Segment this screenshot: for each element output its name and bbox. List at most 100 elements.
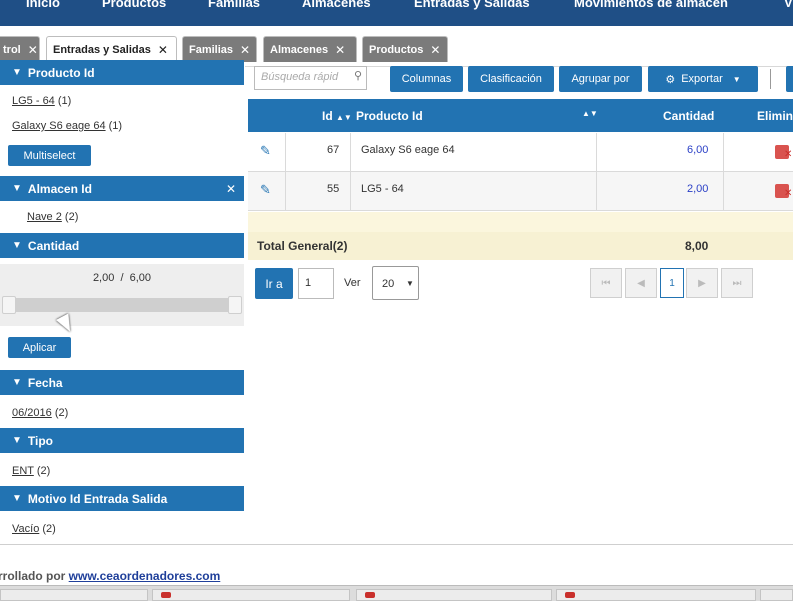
nav-item-almacenes[interactable]: Almacenes xyxy=(302,0,371,10)
filter-item-motivo[interactable]: Vacío (2) xyxy=(12,523,56,535)
top-navigation: Inicio Productos Familias Almacenes Entr… xyxy=(0,0,793,26)
filter-item-fecha[interactable]: 06/2016 (2) xyxy=(12,407,68,419)
next-page-button[interactable]: ▶ xyxy=(686,268,718,298)
tab-productos[interactable]: Productos ✕ xyxy=(362,36,448,62)
filter-item-tipo[interactable]: ENT (2) xyxy=(12,465,50,477)
app-icon xyxy=(565,592,575,598)
filter-item-galaxy[interactable]: Galaxy S6 eage 64 (1) xyxy=(12,120,122,132)
table-row[interactable]: ✎ 55 LG5 - 64 2,00 xyxy=(248,172,793,211)
cell-divider xyxy=(285,133,286,171)
caret-down-icon: ▼ xyxy=(732,74,741,84)
goto-page-input[interactable]: 1 xyxy=(298,268,334,299)
sort-icon[interactable]: ▲▼ xyxy=(582,109,598,118)
cell-divider xyxy=(723,133,724,171)
slider-handle-max[interactable] xyxy=(228,296,242,314)
filter-item-nave2[interactable]: Nave 2 (2) xyxy=(27,211,78,223)
close-icon[interactable]: ✕ xyxy=(226,182,236,196)
edit-icon[interactable]: ✎ xyxy=(260,182,271,198)
nav-item-more[interactable]: V xyxy=(784,0,793,10)
filter-header-tipo[interactable]: ▼ Tipo xyxy=(0,428,244,453)
column-header-id[interactable]: Id ▲▼ xyxy=(322,109,352,123)
cell-cantidad: 6,00 xyxy=(687,144,709,156)
filter-title: Fecha xyxy=(27,375,63,390)
nav-item-inicio[interactable]: Inicio xyxy=(26,0,60,10)
page-size-value: 20 xyxy=(382,278,395,290)
filter-header-almacen[interactable]: ▼ Almacen Id ✕ xyxy=(0,176,244,201)
filter-link[interactable]: Nave 2 xyxy=(27,211,62,223)
filter-header-producto[interactable]: ▼ Producto Id xyxy=(0,60,244,85)
filter-item-lg5[interactable]: LG5 - 64 (1) xyxy=(12,95,71,107)
pager: Ir a 1 Ver 20 ▼ ⏮ ◀ 1 ▶ ⏭ xyxy=(248,262,793,302)
edit-icon[interactable]: ✎ xyxy=(260,143,271,159)
range-slider[interactable] xyxy=(2,296,242,314)
taskbar-window[interactable] xyxy=(760,589,793,601)
total-label: Total General(2) xyxy=(257,239,348,253)
filter-count: (1) xyxy=(108,120,123,132)
filter-header-fecha[interactable]: ▼ Fecha xyxy=(0,370,244,395)
toolbar-overflow-button[interactable] xyxy=(786,66,793,92)
footer-link[interactable]: www.ceaordenadores.com xyxy=(69,569,221,583)
column-header-cantidad[interactable]: Cantidad xyxy=(663,109,714,123)
multiselect-button[interactable]: Multiselect xyxy=(8,145,91,166)
taskbar-window[interactable] xyxy=(556,589,756,601)
range-value-text: 2,00 / 6,00 xyxy=(92,272,152,284)
taskbar-window[interactable] xyxy=(152,589,350,601)
table-row[interactable]: ✎ 67 Galaxy S6 eage 64 6,00 xyxy=(248,133,793,172)
cell-divider xyxy=(723,172,724,210)
filter-link[interactable]: LG5 - 64 xyxy=(12,95,55,107)
apply-button[interactable]: Aplicar xyxy=(8,337,71,358)
search-icon[interactable]: ⚲ xyxy=(354,69,362,82)
column-header-producto[interactable]: Producto Id xyxy=(356,109,423,123)
first-page-button[interactable]: ⏮ xyxy=(590,268,622,298)
delete-icon[interactable] xyxy=(775,145,792,160)
export-button[interactable]: ⚙ Exportar ▼ xyxy=(648,66,758,92)
page-size-select[interactable]: 20 ▼ xyxy=(372,266,419,300)
goto-page-button[interactable]: Ir a xyxy=(255,268,293,299)
quick-search-input[interactable]: Búsqueda rápid ⚲ xyxy=(254,66,367,90)
close-icon[interactable]: ✕ xyxy=(28,43,38,57)
filter-header-motivo[interactable]: ▼ Motivo Id Entrada Salida xyxy=(0,486,244,511)
tab-control[interactable]: trol ✕ xyxy=(0,36,40,62)
taskbar-window[interactable] xyxy=(0,589,148,601)
cell-divider xyxy=(350,133,351,171)
filter-header-cantidad[interactable]: ▼ Cantidad xyxy=(0,233,244,258)
nav-item-familias[interactable]: Familias xyxy=(208,0,260,10)
filter-link[interactable]: Vacío xyxy=(12,523,39,535)
current-page-button[interactable]: 1 xyxy=(660,268,684,298)
slider-handle-min[interactable] xyxy=(2,296,16,314)
filter-link[interactable]: ENT xyxy=(12,465,34,477)
grid-header: Id ▲▼ Producto Id ▲▼ Cantidad Elimin xyxy=(248,99,793,132)
tab-almacenes[interactable]: Almacenes ✕ xyxy=(263,36,357,62)
filter-sidebar: ▼ Producto Id LG5 - 64 (1) Galaxy S6 eag… xyxy=(0,60,245,542)
tab-label: Almacenes xyxy=(270,43,329,56)
chevron-down-icon: ▼ xyxy=(12,435,22,446)
columns-button[interactable]: Columnas xyxy=(390,66,463,92)
tab-label: trol xyxy=(3,43,21,56)
cell-producto: Galaxy S6 eage 64 xyxy=(361,144,455,156)
last-page-button[interactable]: ⏭ xyxy=(721,268,753,298)
nav-item-productos[interactable]: Productos xyxy=(102,0,166,10)
gear-icon: ⚙ xyxy=(665,73,676,86)
nav-item-entradas-salidas[interactable]: Entradas y Salidas xyxy=(414,0,530,10)
close-icon[interactable]: ✕ xyxy=(240,43,250,57)
filter-link[interactable]: 06/2016 xyxy=(12,407,52,419)
sort-button[interactable]: Clasificación xyxy=(468,66,554,92)
caret-down-icon: ▼ xyxy=(406,279,414,288)
filter-title: Producto Id xyxy=(27,65,95,80)
column-header-eliminar[interactable]: Elimin xyxy=(757,109,793,123)
close-icon[interactable]: ✕ xyxy=(158,43,168,57)
filter-link[interactable]: Galaxy S6 eage 64 xyxy=(12,120,106,132)
cell-divider xyxy=(596,133,597,171)
tab-label: Entradas y Salidas xyxy=(53,43,151,56)
tab-familias[interactable]: Familias ✕ xyxy=(182,36,257,62)
taskbar-window[interactable] xyxy=(356,589,552,601)
filter-title: Cantidad xyxy=(27,238,80,253)
tab-entradas-salidas[interactable]: Entradas y Salidas ✕ xyxy=(46,36,177,62)
delete-icon[interactable] xyxy=(775,184,792,199)
group-by-button[interactable]: Agrupar por xyxy=(559,66,642,92)
close-icon[interactable]: ✕ xyxy=(430,43,440,57)
close-icon[interactable]: ✕ xyxy=(335,43,345,57)
nav-item-movimientos[interactable]: Movimientos de almacén xyxy=(574,0,728,10)
total-row: Total General(2) 8,00 xyxy=(248,232,793,260)
prev-page-button[interactable]: ◀ xyxy=(625,268,657,298)
